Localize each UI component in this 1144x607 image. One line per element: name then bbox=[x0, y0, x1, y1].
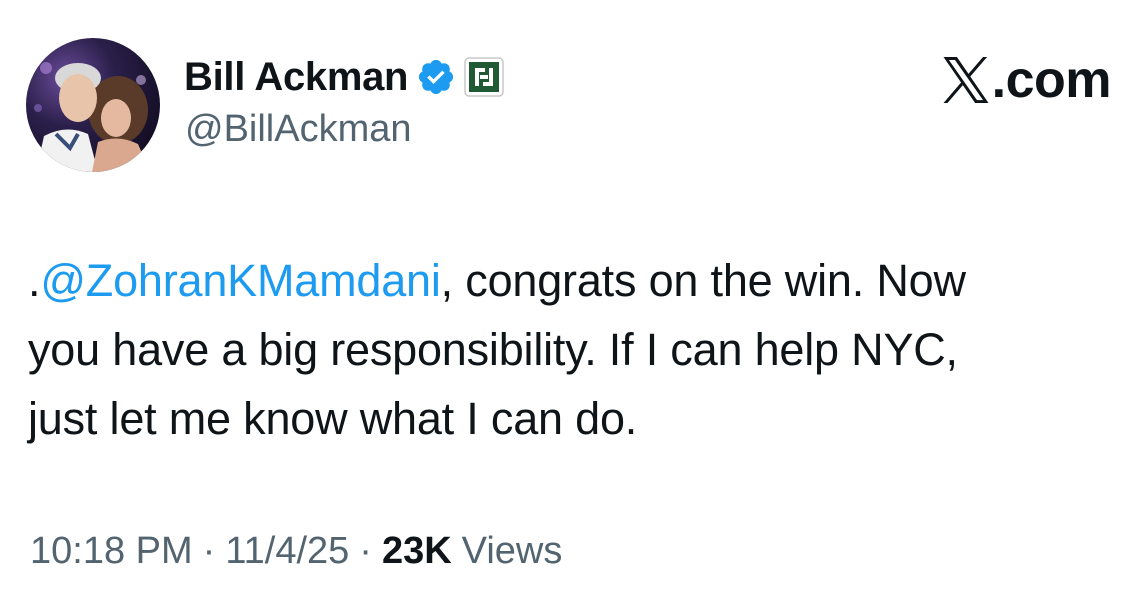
tweet-line-2: you have a big responsibility. If I can … bbox=[28, 324, 958, 375]
tweet-line-1-rest: , congrats on the win. Now bbox=[440, 255, 966, 306]
display-name-row: Bill Ackman bbox=[184, 52, 504, 102]
tweet-time[interactable]: 10:18 PM bbox=[30, 530, 193, 573]
tweet-prefix: . bbox=[28, 255, 41, 306]
display-name[interactable]: Bill Ackman bbox=[184, 55, 408, 100]
mention-link[interactable]: @ZohranKMamdani bbox=[40, 255, 441, 306]
tweet-text: .@ZohranKMamdani, congrats on the win. N… bbox=[28, 246, 1128, 453]
tweet-date[interactable]: 11/4/25 bbox=[225, 530, 349, 573]
affiliate-badge-icon[interactable] bbox=[464, 57, 504, 97]
meta-separator: · bbox=[202, 530, 216, 572]
brand-suffix: .com bbox=[991, 51, 1112, 109]
tweet-line-1: .@ZohranKMamdani, congrats on the win. N… bbox=[28, 246, 1128, 315]
views-label[interactable]: Views bbox=[462, 530, 563, 573]
brand-mark: .com bbox=[941, 50, 1112, 110]
tweet-meta: 10:18 PM · 11/4/25 · 23K Views bbox=[30, 530, 562, 573]
meta-separator: · bbox=[359, 530, 372, 572]
x-logo-icon bbox=[941, 57, 991, 103]
tweet-line-3: just let me know what I can do. bbox=[28, 393, 638, 444]
verified-badge-icon[interactable] bbox=[416, 57, 456, 97]
views-count[interactable]: 23K bbox=[382, 530, 452, 573]
tweet-card: Bill Ackman @BillAckman .com .@ZohranKMa… bbox=[0, 0, 1144, 607]
avatar-photo bbox=[26, 38, 160, 172]
author-avatar[interactable] bbox=[26, 38, 160, 172]
author-handle[interactable]: @BillAckman bbox=[185, 108, 412, 151]
